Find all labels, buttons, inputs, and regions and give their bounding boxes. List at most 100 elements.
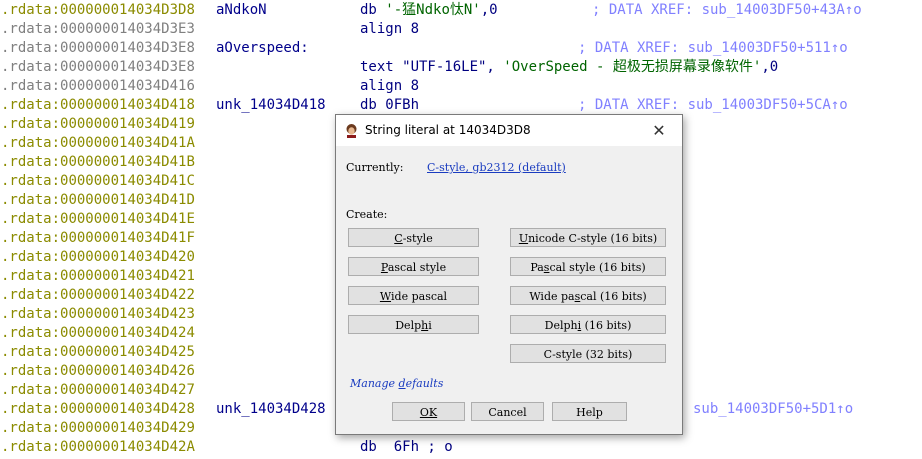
listing-label[interactable]: aOverspeed: — [216, 39, 309, 58]
listing-instruction[interactable]: align 8 — [360, 20, 419, 39]
create-right-button-1[interactable]: Pascal style (16 bits) — [510, 257, 666, 276]
currently-encoding-link[interactable]: C-style, gb2312 (default) — [427, 161, 566, 174]
listing-label[interactable]: unk_14034D418 — [216, 96, 326, 115]
button-label-part: W — [379, 290, 392, 303]
button-label-part: cal style (16 bits) — [549, 261, 646, 274]
button-label-part: ide pascal — [391, 290, 448, 303]
listing-label[interactable]: aNdkoN — [216, 1, 267, 20]
segment-name: .rdata: — [1, 325, 61, 341]
listing-address: .rdata:000000014034D423 — [1, 305, 195, 324]
instruction-text: align 8 — [360, 21, 420, 37]
currently-label: Currently: — [346, 161, 404, 174]
create-right-button-3[interactable]: Delphi (16 bits) — [510, 315, 666, 334]
segment-name: .rdata: — [1, 211, 61, 227]
button-label-part: i — [428, 319, 432, 332]
address-value: 000000014034D422 — [60, 287, 195, 303]
segment-name: .rdata: — [1, 21, 61, 37]
button-label-part: C-style (32 bits) — [543, 348, 633, 361]
listing-instruction[interactable]: text "UTF-16LE", 'OverSpeed - 超极无损屏幕录像软件… — [360, 58, 778, 77]
segment-name: .rdata: — [1, 135, 61, 151]
create-label: Create: — [346, 208, 388, 221]
ida-app-icon — [344, 123, 359, 138]
address-value: 000000014034D423 — [60, 306, 195, 322]
listing-address: .rdata:000000014034D3E8 — [1, 39, 195, 58]
button-label-part: Delph — [544, 319, 578, 332]
address-value: 000000014034D418 — [60, 97, 195, 113]
segment-name: .rdata: — [1, 401, 61, 417]
listing-label[interactable]: unk_14034D428 — [216, 400, 326, 419]
create-left-button-2[interactable]: Wide pascal — [348, 286, 479, 305]
instruction-text: db 0FBh — [360, 97, 420, 113]
ok-button[interactable]: OK — [392, 402, 465, 421]
address-value: 000000014034D421 — [60, 268, 195, 284]
segment-name: .rdata: — [1, 59, 61, 75]
dialog-titlebar[interactable]: String literal at 14034D3D8 ✕ — [336, 115, 682, 146]
listing-address: .rdata:000000014034D419 — [1, 115, 195, 134]
button-label-part: ascal style — [387, 261, 447, 274]
xref-comment[interactable]: ; DATA XREF: sub_14003DF50+5CA↑o — [578, 96, 848, 115]
listing-address: .rdata:000000014034D421 — [1, 267, 195, 286]
address-value: 000000014034D420 — [60, 249, 195, 265]
address-value: 000000014034D42A — [60, 439, 195, 455]
address-value: 000000014034D426 — [60, 363, 195, 379]
listing-address: .rdata:000000014034D3E8 — [1, 58, 195, 77]
create-left-button-0[interactable]: C-style — [348, 228, 479, 247]
button-label-part: Wide pa — [529, 290, 575, 303]
button-label-part: -style — [402, 232, 433, 245]
address-value: 000000014034D425 — [60, 344, 195, 360]
listing-address: .rdata:000000014034D41F — [1, 229, 195, 248]
segment-name: .rdata: — [1, 420, 61, 436]
segment-name: .rdata: — [1, 2, 61, 18]
segment-name: .rdata: — [1, 78, 61, 94]
segment-name: .rdata: — [1, 249, 61, 265]
xref-comment[interactable]: sub_14003DF50+5D1↑o — [693, 400, 853, 419]
close-icon: ✕ — [652, 121, 666, 140]
address-value: 000000014034D428 — [60, 401, 195, 417]
cancel-button[interactable]: Cancel — [471, 402, 544, 421]
listing-address: .rdata:000000014034D422 — [1, 286, 195, 305]
segment-name: .rdata: — [1, 287, 61, 303]
string-operand: 'OverSpeed - 超极无损屏幕录像软件' — [503, 59, 762, 75]
listing-address: .rdata:000000014034D41A — [1, 134, 195, 153]
create-right-button-2[interactable]: Wide pascal (16 bits) — [510, 286, 666, 305]
listing-instruction[interactable]: align 8 — [360, 77, 419, 96]
button-label-part: P — [380, 261, 388, 274]
segment-name: .rdata: — [1, 192, 61, 208]
instruction-tail: ,0 — [480, 2, 498, 18]
button-label-part: Delp — [395, 319, 422, 332]
address-value: 000000014034D3E8 — [60, 40, 195, 56]
address-value: 000000014034D41D — [60, 192, 195, 208]
segment-name: .rdata: — [1, 306, 61, 322]
manage-defaults-link[interactable]: Manage defaults — [350, 377, 443, 390]
close-button[interactable]: ✕ — [636, 115, 682, 146]
segment-name: .rdata: — [1, 439, 61, 455]
listing-instruction[interactable]: db 6Fh ; o — [360, 438, 453, 457]
create-left-button-1[interactable]: Pascal style — [348, 257, 479, 276]
listing-address: .rdata:000000014034D427 — [1, 381, 195, 400]
xref-comment[interactable]: ; DATA XREF: sub_14003DF50+43A↑o — [592, 1, 862, 20]
listing-address: .rdata:000000014034D3D8 — [1, 1, 195, 20]
segment-name: .rdata: — [1, 363, 61, 379]
instruction-text: db — [360, 2, 386, 18]
listing-address: .rdata:000000014034D3E3 — [1, 20, 195, 39]
button-label-part: U — [518, 232, 529, 245]
string-operand: '-猛Ndko忲N' — [385, 2, 481, 18]
address-value: 000000014034D41A — [60, 135, 195, 151]
string-literal-dialog: String literal at 14034D3D8 ✕ Currently:… — [335, 114, 683, 435]
button-label-part: Pa — [530, 261, 544, 274]
create-left-button-3[interactable]: Delphi — [348, 315, 479, 334]
listing-instruction[interactable]: db 0FBh — [360, 96, 419, 115]
instruction-text: align 8 — [360, 78, 420, 94]
create-right-button-0[interactable]: Unicode C-style (16 bits) — [510, 228, 666, 247]
address-value: 000000014034D41E — [60, 211, 195, 227]
button-label-part: C — [394, 232, 403, 245]
xref-comment[interactable]: ; DATA XREF: sub_14003DF50+511↑o — [578, 39, 848, 58]
dialog-title: String literal at 14034D3D8 — [365, 123, 531, 137]
create-right-button-4[interactable]: C-style (32 bits) — [510, 344, 666, 363]
listing-instruction[interactable]: db '-猛Ndko忲N',0 — [360, 1, 498, 20]
address-value: 000000014034D419 — [60, 116, 195, 132]
help-button[interactable]: Help — [552, 402, 627, 421]
address-value: 000000014034D3D8 — [60, 2, 195, 18]
button-label-part: (16 bits) — [581, 319, 632, 332]
address-value: 000000014034D424 — [60, 325, 195, 341]
